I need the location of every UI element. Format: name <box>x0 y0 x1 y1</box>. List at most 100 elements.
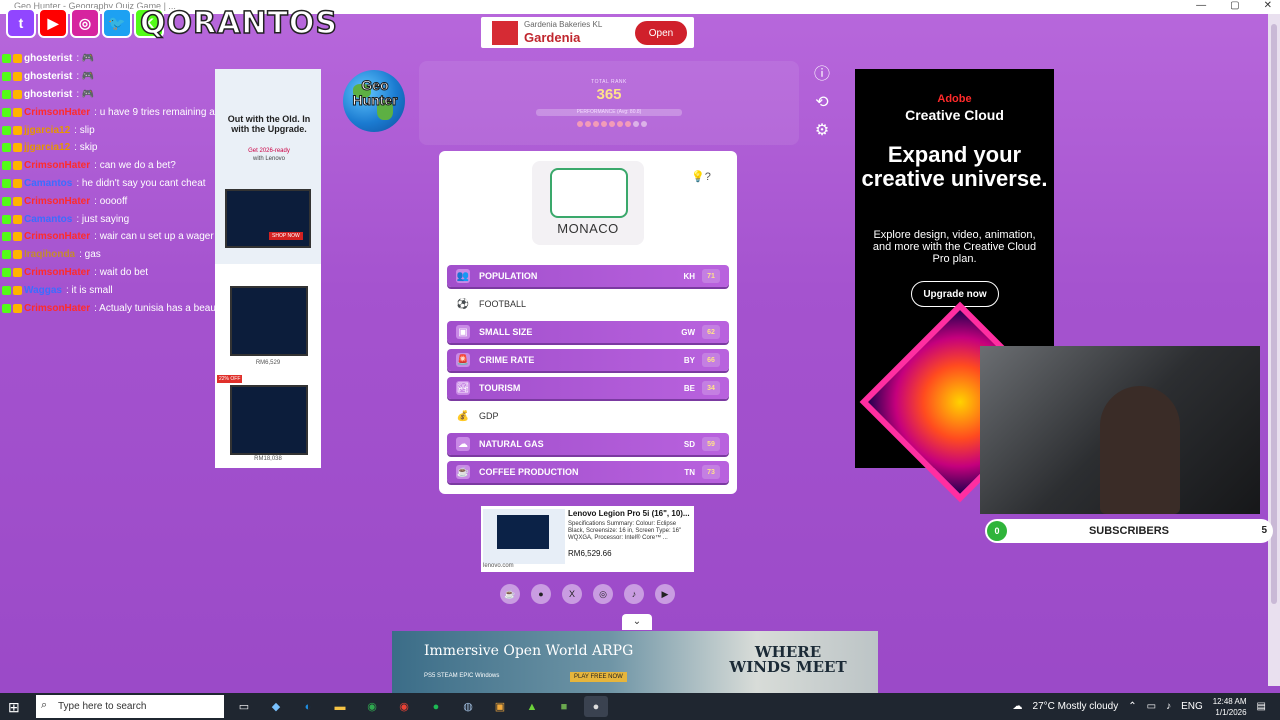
left-ad[interactable]: Out with the Old. In with the Upgrade. G… <box>215 69 321 468</box>
kick-badge-icon <box>2 161 11 171</box>
category-label: CRIME RATE <box>479 355 535 365</box>
category-row-population[interactable]: 👥 POPULATION KH 71 <box>447 265 729 287</box>
category-row-football[interactable]: ⚽ FOOTBALL <box>447 293 729 315</box>
chat-username[interactable]: Camantos <box>24 214 72 225</box>
gear-icon[interactable]: ⚙ <box>812 122 832 140</box>
kick-badge-icon <box>2 72 11 82</box>
banner-game-title: WHERE WINDS MEET <box>729 643 847 676</box>
chat-username[interactable]: CrimsonHater <box>24 303 90 314</box>
network-icon[interactable]: ▭ <box>1147 701 1156 712</box>
youtube-icon[interactable]: ▶ <box>655 584 675 604</box>
minecraft-icon[interactable]: ■ <box>552 696 576 717</box>
sub-badge-icon <box>13 125 22 135</box>
kick-badge-icon <box>2 125 11 135</box>
kick-badge-icon <box>2 285 11 295</box>
hint-button[interactable]: 💡? <box>691 170 711 183</box>
category-row-natural-gas[interactable]: ☁ NATURAL GAS SD 59 <box>447 433 729 455</box>
steam-icon[interactable]: ◍ <box>456 696 480 717</box>
upgrade-now-button[interactable]: Upgrade now <box>911 281 999 307</box>
kick-badge-icon <box>2 232 11 242</box>
chat-username[interactable]: ghosterist <box>24 71 72 82</box>
chat-username[interactable]: Camantos <box>24 178 72 189</box>
weather-text[interactable]: 27°C Mostly cloudy <box>1033 701 1119 712</box>
chat-username[interactable]: jjgarcia12 <box>24 125 70 136</box>
laptop-image-2 <box>230 286 308 356</box>
instagram-icon[interactable]: ◎ <box>593 584 613 604</box>
ad-body: Explore design, video, animation, and mo… <box>872 229 1037 265</box>
edge-icon[interactable]: ◐ <box>296 696 320 717</box>
gardenia-logo <box>492 21 518 45</box>
play-free-now-button[interactable]: PLAY FREE NOW <box>570 672 627 682</box>
chat-text: : can we do a bet? <box>94 160 176 172</box>
coffee-icon[interactable]: ☕ <box>500 584 520 604</box>
file-explorer-icon[interactable]: ▬ <box>328 696 352 717</box>
tiktok-icon[interactable]: ♪ <box>624 584 644 604</box>
category-row-small-size[interactable]: ▣ SMALL SIZE GW 62 <box>447 321 729 343</box>
category-row-coffee-production[interactable]: ☕ COFFEE PRODUCTION TN 73 <box>447 461 729 483</box>
country-code: TN <box>684 467 695 477</box>
windows-start-icon[interactable]: ⊞ <box>8 699 24 715</box>
ad-open-button[interactable]: Open <box>635 21 687 45</box>
minimize-button[interactable]: — <box>1196 0 1206 11</box>
chat-username[interactable]: ghosterist <box>24 53 72 64</box>
copilot-icon[interactable]: ◆ <box>264 696 288 717</box>
record-icon[interactable]: ● <box>531 584 551 604</box>
volume-icon[interactable]: ♪ <box>1166 701 1171 712</box>
kick-badge-icon <box>2 250 11 260</box>
refresh-icon[interactable]: ⟲ <box>812 94 832 112</box>
sub-badge-icon <box>13 107 22 117</box>
category-score: 62 <box>702 325 720 339</box>
category-row-crime-rate[interactable]: 🚨 CRIME RATE BY 66 <box>447 349 729 371</box>
chat-username[interactable]: Iraqihonda <box>24 249 75 260</box>
chevron-down-icon[interactable]: ⌄ <box>622 614 652 630</box>
category-label: POPULATION <box>479 271 538 281</box>
tray-chevron-icon[interactable]: ⌃ <box>1128 701 1136 712</box>
close-button[interactable]: ✕ <box>1264 0 1272 11</box>
shop-now-button[interactable]: SHOP NOW <box>269 232 303 240</box>
category-row-tourism[interactable]: 🏞 TOURISM BE 34 <box>447 377 729 399</box>
info-icon[interactable]: ⓘ <box>812 66 832 84</box>
search-input[interactable]: ⌕ Type here to search <box>36 695 224 718</box>
top-ad[interactable]: Gardenia Bakeries KL Gardenia Open <box>481 17 694 48</box>
chat-text: : it is small <box>65 284 113 296</box>
x-icon[interactable]: X <box>562 584 582 604</box>
weather-icon[interactable]: ☁ <box>1013 701 1023 712</box>
chrome-icon[interactable]: ◉ <box>360 696 384 717</box>
category-label: COFFEE PRODUCTION <box>479 467 579 477</box>
category-score: 71 <box>702 269 720 283</box>
chat-username[interactable]: Waggas <box>24 285 62 296</box>
maximize-button[interactable]: ▢ <box>1230 0 1239 11</box>
chat-username[interactable]: CrimsonHater <box>24 196 90 207</box>
chat-username[interactable]: ghosterist <box>24 89 72 100</box>
sub-badge-icon <box>13 72 22 82</box>
notification-icon[interactable]: ▤ <box>1257 701 1266 712</box>
chat-username[interactable]: jjgarcia12 <box>24 142 70 153</box>
obs-icon[interactable]: ● <box>584 696 608 717</box>
small-size-icon: ▣ <box>456 325 470 339</box>
logo-text: Geo Hunter <box>352 77 398 108</box>
chat-text: : ooooff <box>94 195 128 207</box>
ad-advertiser: Gardenia Bakeries KL <box>524 20 603 29</box>
ad-product: Creative Cloud <box>905 107 1004 123</box>
task-view-icon[interactable]: ▭ <box>232 696 256 717</box>
chat-username[interactable]: CrimsonHater <box>24 231 90 242</box>
spotify-icon[interactable]: ● <box>424 696 448 717</box>
app-icon[interactable]: ▣ <box>488 696 512 717</box>
clock[interactable]: 12:48 AM 1/1/2026 <box>1213 696 1247 718</box>
chrome-profile-icon[interactable]: ◉ <box>392 696 416 717</box>
sub-badge-icon <box>13 303 22 313</box>
chat-username[interactable]: CrimsonHater <box>24 107 90 118</box>
sub-badge-icon <box>13 214 22 224</box>
banner-ad[interactable]: Immersive Open World ARPG PS5 STEAM EPIC… <box>392 631 878 693</box>
chat-username[interactable]: CrimsonHater <box>24 160 90 171</box>
geohunter-logo[interactable]: Geo Hunter <box>340 62 410 142</box>
bottom-ad[interactable]: Lenovo Legion Pro 5i (16", 10)... Specif… <box>481 506 694 572</box>
language-indicator[interactable]: ENG <box>1181 701 1203 712</box>
natural-gas-icon: ☁ <box>456 437 470 451</box>
game-icon[interactable]: ▲ <box>520 696 544 717</box>
category-label: TOURISM <box>479 383 521 393</box>
category-row-gdp[interactable]: 💰 GDP <box>447 405 729 427</box>
football-icon: ⚽ <box>456 297 470 311</box>
page-scrollbar[interactable] <box>1268 14 1280 686</box>
chat-username[interactable]: CrimsonHater <box>24 267 90 278</box>
